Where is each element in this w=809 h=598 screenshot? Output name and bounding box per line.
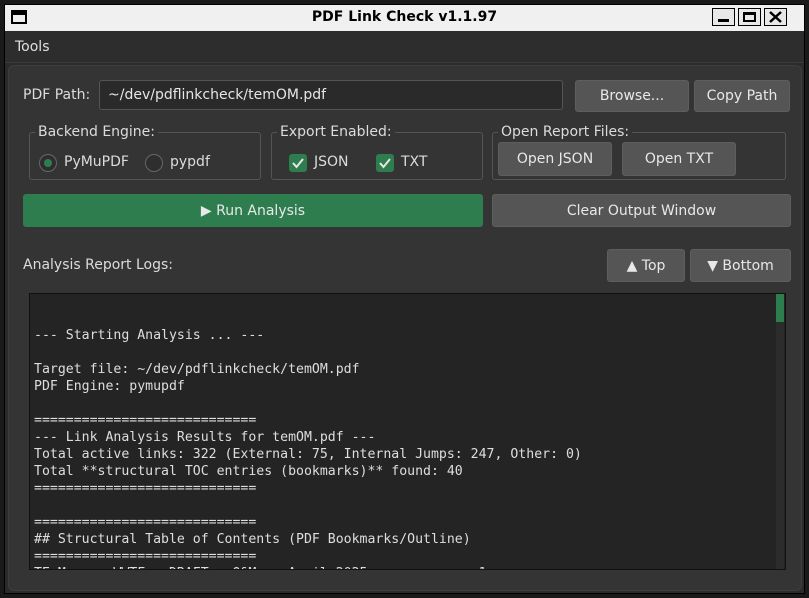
log-line: ============================ (34, 413, 257, 428)
txt-label: TXT (401, 154, 428, 170)
log-scrollbar[interactable] (776, 294, 784, 569)
browse-button[interactable]: Browse... (575, 80, 689, 112)
maximize-button[interactable] (738, 8, 761, 26)
open-report-files-title: Open Report Files: (498, 124, 633, 140)
pymupdf-radio[interactable] (39, 154, 57, 172)
pypdf-radio[interactable] (145, 154, 163, 172)
open-json-button[interactable]: Open JSON (498, 142, 612, 176)
log-output[interactable]: --- Starting Analysis ... --- Target fil… (29, 293, 786, 570)
log-line: ============================ (34, 549, 257, 564)
run-analysis-button[interactable]: ▶ Run Analysis (23, 194, 483, 227)
scroll-bottom-button[interactable]: ▼ Bottom (690, 249, 791, 282)
json-label: JSON (314, 154, 349, 170)
log-line: ## Structural Table of Contents (PDF Boo… (34, 532, 471, 547)
export-enabled-group: Export Enabled: JSON TXT (271, 124, 483, 180)
log-scrollbar-thumb[interactable] (776, 294, 784, 322)
minimize-button[interactable] (712, 8, 735, 26)
app-window: PDF Link Check v1.1.97 Tools PDF Path: ~… (4, 4, 805, 594)
close-button[interactable] (764, 8, 787, 26)
analysis-logs-label: Analysis Report Logs: (23, 257, 174, 273)
log-line: Total **structural TOC entries (bookmark… (34, 464, 463, 479)
title-bar[interactable]: PDF Link Check v1.1.97 (5, 5, 804, 31)
scroll-top-button[interactable]: ▲ Top (607, 249, 685, 282)
checkmark-icon (292, 158, 304, 169)
log-line: ============================ (34, 515, 257, 530)
main-panel: PDF Path: ~/dev/pdflinkcheck/temOM.pdf B… (8, 65, 802, 591)
log-line: TE Maxson WWTF - DRAFT - O&M - April 202… (34, 566, 487, 569)
copy-path-button[interactable]: Copy Path (694, 80, 790, 112)
export-enabled-title: Export Enabled: (277, 124, 395, 140)
menu-tools[interactable]: Tools (15, 39, 50, 55)
log-line: ============================ (34, 481, 257, 496)
log-line: Total active links: 322 (External: 75, I… (34, 447, 582, 462)
log-line: --- Starting Analysis ... --- (34, 328, 265, 343)
log-text: --- Starting Analysis ... --- Target fil… (30, 294, 785, 569)
log-line: Target file: ~/dev/pdflinkcheck/temOM.pd… (34, 362, 360, 377)
json-checkbox[interactable] (289, 154, 307, 172)
pymupdf-label: PyMuPDF (64, 154, 129, 170)
window-title: PDF Link Check v1.1.97 (311, 9, 498, 25)
checkmark-icon (379, 158, 391, 169)
log-line: --- Link Analysis Results for temOM.pdf … (34, 430, 376, 445)
open-txt-button[interactable]: Open TXT (622, 142, 736, 176)
close-icon (769, 11, 782, 23)
pdf-path-label: PDF Path: (23, 87, 91, 103)
open-report-files-group: Open Report Files: Open JSON Open TXT (492, 124, 786, 180)
txt-checkbox[interactable] (376, 154, 394, 172)
pdf-path-input[interactable]: ~/dev/pdflinkcheck/temOM.pdf (99, 80, 563, 110)
menu-bar: Tools (5, 32, 804, 63)
backend-engine-title: Backend Engine: (35, 124, 159, 140)
backend-engine-group: Backend Engine: PyMuPDF pypdf (29, 124, 261, 180)
log-line: PDF Engine: pymupdf (34, 379, 185, 394)
pypdf-label: pypdf (170, 154, 210, 170)
clear-output-button[interactable]: Clear Output Window (492, 194, 791, 227)
